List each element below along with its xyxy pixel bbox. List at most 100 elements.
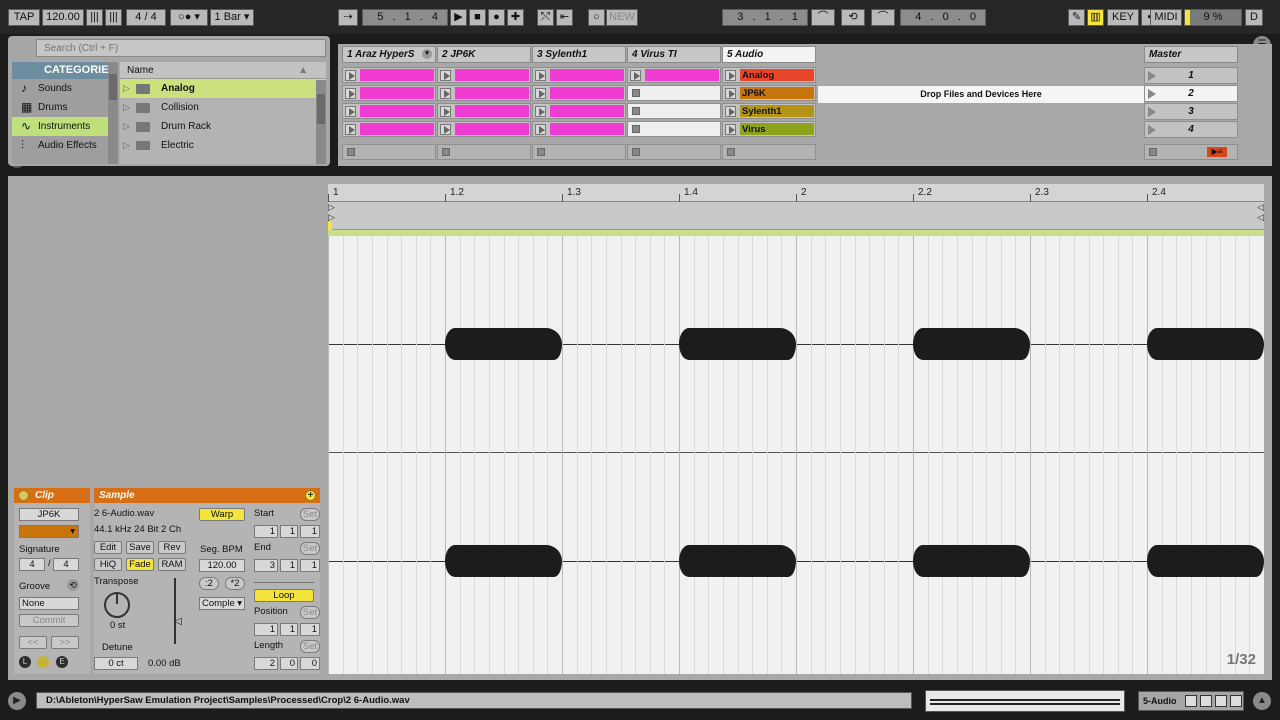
quantize-select[interactable]: 1 Bar ▾ [210,9,254,26]
start-bar-field[interactable]: 1 [254,525,278,538]
metronome-toggle[interactable]: ○● ▾ [170,9,208,26]
transpose-knob[interactable] [104,592,130,618]
file-item-electric[interactable]: ▷ Electric [120,136,326,150]
clip-slot[interactable] [627,85,721,101]
loop-record-icon[interactable]: ○ [588,9,605,26]
category-instruments[interactable]: ∿ Instruments [12,117,118,136]
session-record-icon[interactable]: ▶≡ [1207,147,1227,157]
clip-slot[interactable] [437,103,531,119]
clip[interactable] [550,105,624,117]
clip-launch-icon[interactable] [440,70,451,81]
loop-start-field[interactable]: 3 . 1 . 1 [722,9,808,26]
envelopes-tab-button[interactable]: E [56,656,68,668]
clip-slot[interactable] [627,67,721,83]
overview-minimap[interactable] [925,690,1125,712]
clip-launch-icon[interactable] [630,70,641,81]
file-item-analog[interactable]: ▷ Analog [120,79,326,98]
scene-launch-3[interactable]: 3 [1144,103,1238,120]
clip-launch-icon[interactable] [440,124,451,135]
stop-all-clips[interactable]: ▶≡ [1144,144,1238,160]
launch-tab-button[interactable]: L [19,656,31,668]
slot-stop-icon[interactable] [632,89,640,97]
warp-button[interactable]: Warp [199,508,245,521]
end-sixteenth-field[interactable]: 1 [300,559,320,572]
tap-button[interactable]: TAP [8,9,40,26]
clip-slot[interactable] [532,121,626,137]
clip[interactable] [645,69,719,81]
clip-launch-icon[interactable] [440,88,451,99]
clip[interactable]: Sylenth1 [740,105,814,117]
playhead-marker[interactable] [328,222,332,230]
detune-field[interactable]: 0 ct [94,657,138,670]
warp-mode-select[interactable]: Comple ▾ [199,597,245,610]
clip-launch-icon[interactable] [725,70,736,81]
clip[interactable] [455,123,529,135]
length-bar-field[interactable]: 2 [254,657,278,670]
clip-launch-icon[interactable] [535,70,546,81]
record-icon[interactable]: ● [488,9,505,26]
categories-scrollbar[interactable] [108,62,118,164]
loop-switch-icon[interactable]: ⟲ [841,9,865,26]
clip-name-field[interactable]: JP6K [19,508,79,521]
clip-slot[interactable] [437,67,531,83]
clip[interactable]: JP6K [740,87,814,99]
clip[interactable] [455,69,529,81]
clip[interactable]: Analog [740,69,814,81]
view-toggle-icon[interactable] [1215,695,1227,707]
clip-slot[interactable] [532,67,626,83]
start-sixteenth-field[interactable]: 1 [300,525,320,538]
search-input[interactable] [36,39,326,57]
track-selector[interactable]: 5-Audio [1138,691,1244,711]
punch-out-icon[interactable]: ⌒ [871,9,895,26]
commit-button[interactable]: Commit [19,614,79,627]
position-bar-field[interactable]: 1 [254,623,278,636]
file-item-drum-rack[interactable]: ▷ Drum Rack [120,117,326,136]
clip-launch-icon[interactable] [345,70,356,81]
slot-stop-icon[interactable] [632,107,640,115]
marker-lane[interactable]: ▷ ▷ ◁ ◁ [328,202,1264,230]
track-stop-4[interactable] [627,144,721,160]
nudge-forward-button[interactable]: >> [51,636,79,649]
clip-launch-icon[interactable] [345,124,356,135]
signature-denominator[interactable]: 4 [53,558,79,571]
gain-slider-track[interactable] [174,578,176,644]
track-stop-3[interactable] [532,144,626,160]
track-stop-2[interactable] [437,144,531,160]
scene-launch-4[interactable]: 4 [1144,121,1238,138]
reverse-button[interactable]: Rev [158,541,186,554]
sample-tab-icon[interactable] [37,656,49,668]
follow-icon[interactable]: ⇢ [338,9,358,26]
clip-slot[interactable]: JP6K [722,85,816,101]
track-header-3[interactable]: 3 Sylenth1 [532,46,626,63]
clip-launch-icon[interactable] [440,106,451,117]
chevron-down-icon[interactable]: ▾ [422,49,432,59]
file-item-collision[interactable]: ▷ Collision [120,98,326,117]
position-sixteenth-field[interactable]: 1 [300,623,320,636]
overdub-icon[interactable]: ✚ [507,9,524,26]
clip-slot[interactable] [342,85,436,101]
length-beat-field[interactable]: 0 [280,657,298,670]
position-set-button[interactable]: Set [300,606,320,619]
start-beat-field[interactable]: 1 [280,525,298,538]
tempo-field[interactable]: 120.00 [42,9,84,26]
loop-end-marker-icon[interactable]: ◁ [1257,212,1264,223]
clip[interactable] [455,87,529,99]
category-audio-effects[interactable]: ⫶ Audio Effects [12,136,118,149]
position-beat-field[interactable]: 1 [280,623,298,636]
clip-launch-icon[interactable] [535,124,546,135]
track-header-5[interactable]: 5 Audio [722,46,816,63]
view-toggle-icon[interactable] [1200,695,1212,707]
clip-slot[interactable] [342,67,436,83]
clip-slot[interactable] [532,103,626,119]
double-tempo-button[interactable]: *2 [225,577,245,590]
groove-select[interactable]: None [19,597,79,610]
ram-button[interactable]: RAM [158,558,186,571]
clip-launch-icon[interactable] [535,106,546,117]
loop-button[interactable]: Loop [254,589,314,602]
clip-launch-icon[interactable] [535,88,546,99]
length-set-button[interactable]: Set [300,640,320,653]
clip[interactable] [550,87,624,99]
gain-slider-handle-icon[interactable]: ◁ [174,616,182,627]
midi-map-button[interactable]: MIDI [1150,9,1182,26]
hiq-button[interactable]: HiQ [94,558,122,571]
